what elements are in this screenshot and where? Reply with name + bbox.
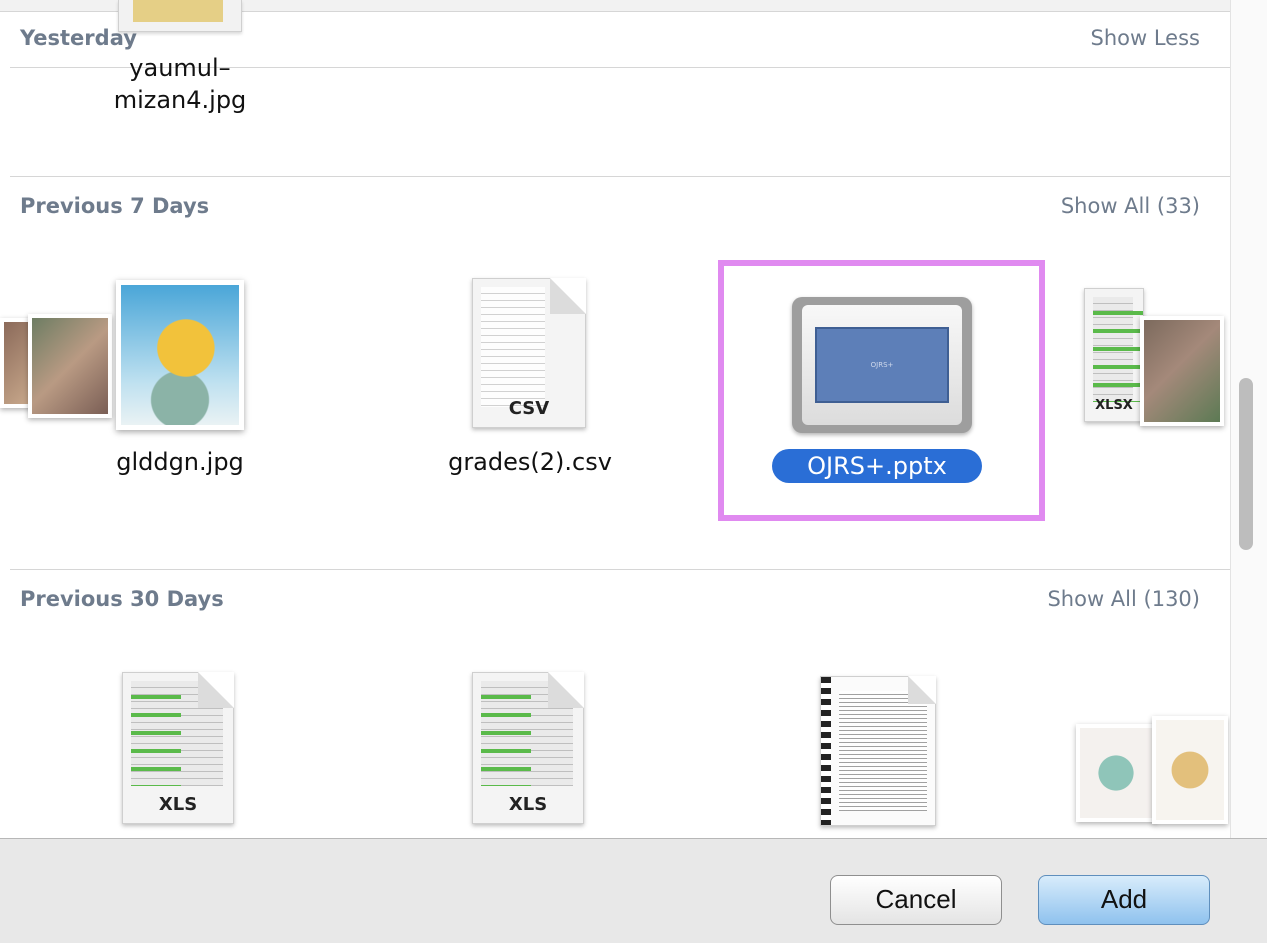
file-extension-badge: XLS (508, 794, 548, 815)
section-title-previous-7-days: Previous 7 Days (20, 194, 210, 218)
page-fold (550, 278, 586, 314)
image-thumbnail (133, 0, 223, 22)
file-item-xls-1[interactable]: XLS (122, 672, 234, 824)
slide-preview: OJRS+ (815, 327, 949, 403)
stack-photo (28, 314, 112, 418)
file-item-pdf-document[interactable] (820, 676, 936, 826)
file-label-line-2: mizan4.jpg (113, 86, 247, 114)
xls-document-icon: XLS (122, 672, 234, 824)
document-lines (481, 287, 545, 407)
pptx-presentation-icon[interactable]: OJRS+ (792, 297, 972, 433)
section-header-previous-7-days: Previous 7 Days Show All (33) (0, 180, 1230, 228)
stack-photo (1140, 316, 1224, 426)
file-extension-badge: CSV (508, 398, 550, 419)
document-lines (1093, 297, 1143, 402)
section-header-previous-30-days: Previous 30 Days Show All (130) (0, 573, 1230, 621)
file-extension-badge: XLSX (1095, 398, 1133, 413)
slide-title: OJRS+ (870, 361, 894, 369)
file-browser: Yesterday Show Less yaumul– mizan4.jpg P… (0, 0, 1267, 838)
file-label-glddgn[interactable]: glddgn.jpg (90, 448, 270, 476)
text-document-icon (820, 676, 936, 826)
section-divider (10, 176, 1230, 177)
section-title-previous-30-days: Previous 30 Days (20, 587, 224, 611)
yesterday-thumbnail[interactable] (118, 0, 242, 32)
file-label-line-1: yaumul– (129, 54, 231, 82)
show-all-33-link[interactable]: Show All (33) (1061, 194, 1200, 218)
show-all-130-link[interactable]: Show All (130) (1047, 587, 1200, 611)
stack-photo (1152, 716, 1228, 824)
page-fold (548, 672, 584, 708)
page-fold (198, 672, 234, 708)
file-item-glddgn[interactable] (116, 280, 244, 430)
spreadsheet-document-icon: XLSX (1084, 288, 1144, 422)
binding-strip (821, 677, 831, 825)
file-label-grades-csv[interactable]: grades(2).csv (430, 448, 630, 476)
csv-document-icon: CSV (472, 278, 586, 428)
file-label-ojrs-pptx[interactable]: OJRS+.pptx (772, 449, 982, 483)
file-label-yaumul[interactable]: yaumul– mizan4.jpg (80, 52, 280, 116)
presentation-screen: OJRS+ (802, 305, 962, 425)
stack-photo (1076, 724, 1156, 822)
show-less-link[interactable]: Show Less (1091, 26, 1200, 50)
file-item-xls-2[interactable]: XLS (472, 672, 584, 824)
page-fold (908, 676, 936, 704)
scrollbar-thumb[interactable] (1239, 378, 1253, 550)
file-extension-badge: XLS (158, 794, 198, 815)
document-lines (839, 691, 927, 811)
add-button[interactable]: Add (1038, 875, 1210, 925)
cancel-button[interactable]: Cancel (830, 875, 1002, 925)
image-thumbnail (116, 280, 244, 430)
section-divider (10, 569, 1230, 570)
xls-document-icon: XLS (472, 672, 584, 824)
dialog-footer: Cancel Add (0, 838, 1267, 943)
file-item-grades-csv[interactable]: CSV (472, 278, 586, 428)
vertical-scrollbar[interactable] (1230, 0, 1267, 838)
